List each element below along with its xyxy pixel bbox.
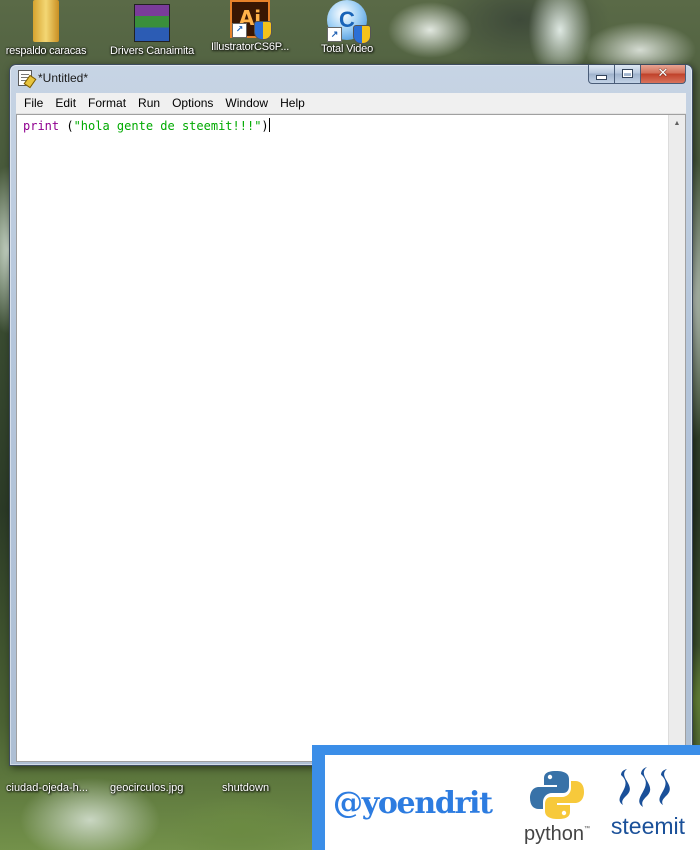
code-editor[interactable]: print ("hola gente de steemit!!!") ▲ ▼	[16, 114, 686, 762]
desktop-icon-label: Drivers Canaimita	[109, 45, 194, 57]
text-cursor	[268, 118, 270, 132]
author-handle: @yoendrit	[333, 786, 493, 821]
desktop-icon-respaldo-caracas[interactable]: respaldo caracas	[0, 0, 94, 57]
illustrator-icon: Ai ↗	[230, 0, 272, 40]
uac-shield-icon	[254, 21, 272, 40]
desktop-icon-label: IllustratorCS6P...	[210, 41, 290, 53]
caption-buttons: ✕	[588, 65, 686, 85]
menu-options[interactable]: Options	[166, 93, 219, 113]
menu-window[interactable]: Window	[219, 93, 274, 113]
desktop-icon-total-video[interactable]: C ↗ Total Video	[299, 0, 395, 55]
window-title: *Untitled*	[38, 71, 89, 85]
desktop-icon-geocirculos[interactable]: geocirculos.jpg	[110, 782, 183, 794]
python-tm: ™	[584, 826, 591, 832]
menu-edit[interactable]: Edit	[49, 93, 82, 113]
desktop-icon-illustrator[interactable]: Ai ↗ IllustratorCS6P...	[202, 0, 298, 53]
close-paren: )	[261, 119, 269, 133]
uac-shield-icon	[353, 25, 371, 44]
maximize-button[interactable]	[615, 65, 641, 84]
desktop-icon-drivers-canaimita[interactable]: Drivers Canaimita	[104, 0, 200, 57]
string-literal: "hola gente de steemit!!!"	[73, 119, 262, 133]
scroll-up-arrow-icon[interactable]: ▲	[669, 115, 685, 132]
minimize-button[interactable]	[588, 65, 615, 84]
desktop-icon-ciudad-ojeda[interactable]: ciudad-ojeda-h...	[6, 782, 88, 794]
minimize-icon	[596, 75, 607, 80]
python-wordmark: python™	[517, 823, 597, 846]
desktop-icon-label: respaldo caracas	[5, 45, 87, 57]
python-word-text: python	[523, 823, 585, 845]
shortcut-arrow-icon: ↗	[232, 23, 247, 38]
shortcut-arrow-icon: ↗	[327, 27, 342, 42]
code-line-1[interactable]: print ("hola gente de steemit!!!")	[23, 118, 270, 134]
steemit-waves-icon	[619, 767, 670, 807]
close-icon: ✕	[657, 66, 669, 81]
builtin-print: print	[23, 119, 60, 133]
vertical-scrollbar[interactable]: ▲ ▼	[668, 115, 685, 761]
winrar-archive-icon	[134, 4, 170, 42]
menu-bar: File Edit Format Run Options Window Help	[16, 93, 686, 114]
desktop-icon-shutdown[interactable]: shutdown	[222, 782, 269, 794]
menu-run[interactable]: Run	[132, 93, 166, 113]
idle-editor-window: *Untitled* ✕ File Edit Format Run Option…	[9, 64, 693, 766]
steemit-wordmark: steemit	[610, 813, 686, 839]
folder-icon	[33, 0, 59, 42]
steemit-logo: steemit	[603, 763, 693, 843]
promo-banner: @yoendrit python™ steemit	[312, 745, 700, 850]
maximize-icon	[622, 69, 633, 78]
open-paren: (	[59, 119, 74, 133]
idle-file-icon	[18, 70, 32, 86]
python-snakes-icon	[530, 771, 584, 819]
total-video-converter-icon: C ↗	[327, 0, 371, 44]
menu-file[interactable]: File	[16, 93, 49, 113]
desktop-icon-label: Total Video	[320, 43, 374, 55]
menu-help[interactable]: Help	[274, 93, 311, 113]
banner-content: @yoendrit python™ steemit	[325, 755, 700, 850]
menu-format[interactable]: Format	[82, 93, 132, 113]
python-logo: python™	[517, 767, 597, 847]
close-button[interactable]: ✕	[641, 65, 686, 84]
window-titlebar[interactable]: *Untitled* ✕	[10, 65, 692, 91]
